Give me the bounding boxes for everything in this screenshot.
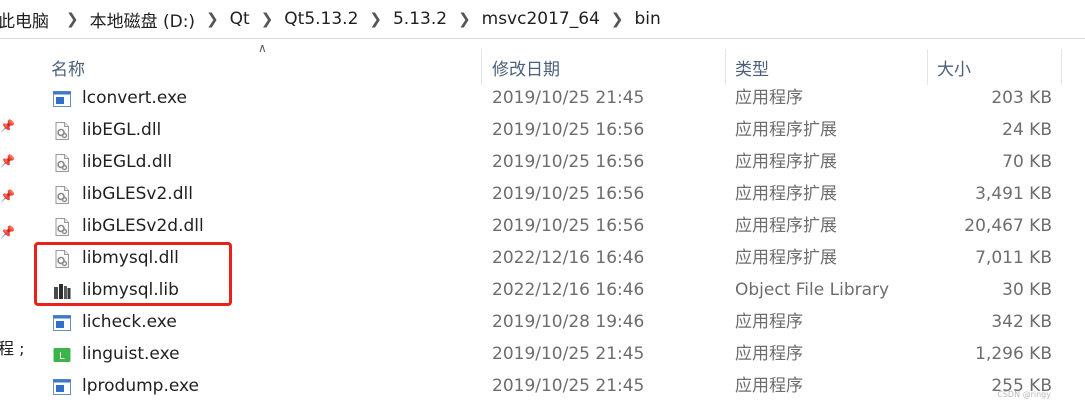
file-date: 2019/10/25 16:56: [492, 152, 645, 172]
file-size: 203 KB: [991, 88, 1052, 108]
file-type: Object File Library: [735, 280, 890, 300]
file-type: 应用程序扩展: [735, 120, 837, 140]
file-date: 2019/10/25 21:45: [492, 376, 645, 396]
breadcrumb-item[interactable]: 此电脑: [0, 7, 53, 32]
file-type: 应用程序扩展: [735, 216, 837, 236]
file-row[interactable]: libEGLd.dll 2019/10/25 16:56 应用程序扩展 70 K…: [0, 146, 1085, 178]
file-date: 2019/10/25 16:56: [492, 216, 645, 236]
file-row[interactable]: libGLESv2d.dll 2019/10/25 16:56 应用程序扩展 2…: [0, 210, 1085, 242]
column-divider[interactable]: [481, 49, 482, 85]
file-size: 70 KB: [1002, 152, 1052, 172]
file-type: 应用程序: [735, 344, 803, 364]
file-date: 2019/10/25 21:45: [492, 88, 645, 108]
column-header-size[interactable]: 大小: [937, 55, 971, 80]
column-header-type[interactable]: 类型: [735, 55, 769, 80]
highlight-box: [34, 242, 232, 306]
svg-text:L: L: [59, 351, 65, 362]
chevron-right-icon[interactable]: ❯: [59, 10, 86, 28]
file-size: 3,491 KB: [975, 184, 1052, 204]
dll-icon: [52, 185, 72, 205]
chevron-right-icon[interactable]: ❯: [362, 10, 389, 28]
file-type: 应用程序: [735, 88, 803, 108]
breadcrumb: 此电脑 ❯ 本地磁盘 (D:) ❯ Qt ❯ Qt5.13.2 ❯ 5.13.2…: [0, 0, 1085, 39]
file-name: libGLESv2.dll: [82, 184, 193, 204]
file-row[interactable]: libEGL.dll 2019/10/25 16:56 应用程序扩展 24 KB: [0, 114, 1085, 146]
file-size: 7,011 KB: [975, 248, 1052, 268]
exe-icon: [52, 313, 72, 333]
column-divider[interactable]: [725, 49, 726, 85]
chevron-right-icon[interactable]: ❯: [199, 10, 226, 28]
exe-icon: [52, 377, 72, 397]
file-date: 2019/10/28 19:46: [492, 312, 645, 332]
file-size: 1,296 KB: [975, 344, 1052, 364]
file-name: lconvert.exe: [82, 88, 187, 108]
chevron-right-icon[interactable]: ❯: [254, 10, 281, 28]
file-name: lprodump.exe: [82, 376, 200, 396]
column-header-row: ∧ 名称 修改日期 类型 大小: [0, 39, 1085, 85]
file-size: 342 KB: [991, 312, 1052, 332]
file-date: 2022/12/16 16:46: [492, 248, 645, 268]
dll-icon: [52, 121, 72, 141]
file-type: 应用程序扩展: [735, 248, 837, 268]
file-type: 应用程序: [735, 376, 803, 396]
breadcrumb-item[interactable]: msvc2017_64: [478, 9, 604, 29]
file-type: 应用程序: [735, 312, 803, 332]
file-size: 20,467 KB: [964, 216, 1052, 236]
file-row[interactable]: L linguist.exe 2019/10/25 21:45 应用程序 1,2…: [0, 338, 1085, 370]
file-row[interactable]: libGLESv2.dll 2019/10/25 16:56 应用程序扩展 3,…: [0, 178, 1085, 210]
column-divider[interactable]: [927, 49, 928, 85]
dll-icon: [52, 217, 72, 237]
file-name: libEGLd.dll: [82, 152, 173, 172]
column-header-date[interactable]: 修改日期: [492, 55, 560, 80]
exe-icon: [52, 89, 72, 109]
file-type: 应用程序扩展: [735, 184, 837, 204]
column-header-name[interactable]: 名称: [51, 55, 85, 80]
sort-ascending-icon: ∧: [258, 41, 267, 55]
breadcrumb-item-current[interactable]: bin: [630, 9, 664, 29]
file-date: 2019/10/25 16:56: [492, 120, 645, 140]
column-divider[interactable]: [1061, 49, 1062, 85]
file-row[interactable]: lconvert.exe 2019/10/25 21:45 应用程序 203 K…: [0, 82, 1085, 114]
dll-icon: [52, 153, 72, 173]
file-date: 2019/10/25 21:45: [492, 344, 645, 364]
linguist-icon: L: [52, 345, 72, 365]
file-date: 2022/12/16 16:46: [492, 280, 645, 300]
file-date: 2019/10/25 16:56: [492, 184, 645, 204]
file-row[interactable]: lprodump.exe 2019/10/25 21:45 应用程序 255 K…: [0, 370, 1085, 402]
file-name: libGLESv2d.dll: [82, 216, 204, 236]
chevron-right-icon[interactable]: ❯: [604, 10, 631, 28]
file-name: libEGL.dll: [82, 120, 162, 140]
breadcrumb-item[interactable]: 5.13.2: [389, 9, 451, 29]
file-size: 24 KB: [1002, 120, 1052, 140]
file-row[interactable]: licheck.exe 2019/10/28 19:46 应用程序 342 KB: [0, 306, 1085, 338]
watermark: CSDN @ringy: [997, 390, 1051, 399]
chevron-right-icon[interactable]: ❯: [451, 10, 478, 28]
file-size: 30 KB: [1002, 280, 1052, 300]
file-name: licheck.exe: [82, 312, 177, 332]
breadcrumb-item[interactable]: 本地磁盘 (D:): [86, 7, 200, 32]
file-type: 应用程序扩展: [735, 152, 837, 172]
breadcrumb-item[interactable]: Qt: [226, 9, 254, 29]
breadcrumb-item[interactable]: Qt5.13.2: [280, 9, 362, 29]
file-name: linguist.exe: [82, 344, 180, 364]
